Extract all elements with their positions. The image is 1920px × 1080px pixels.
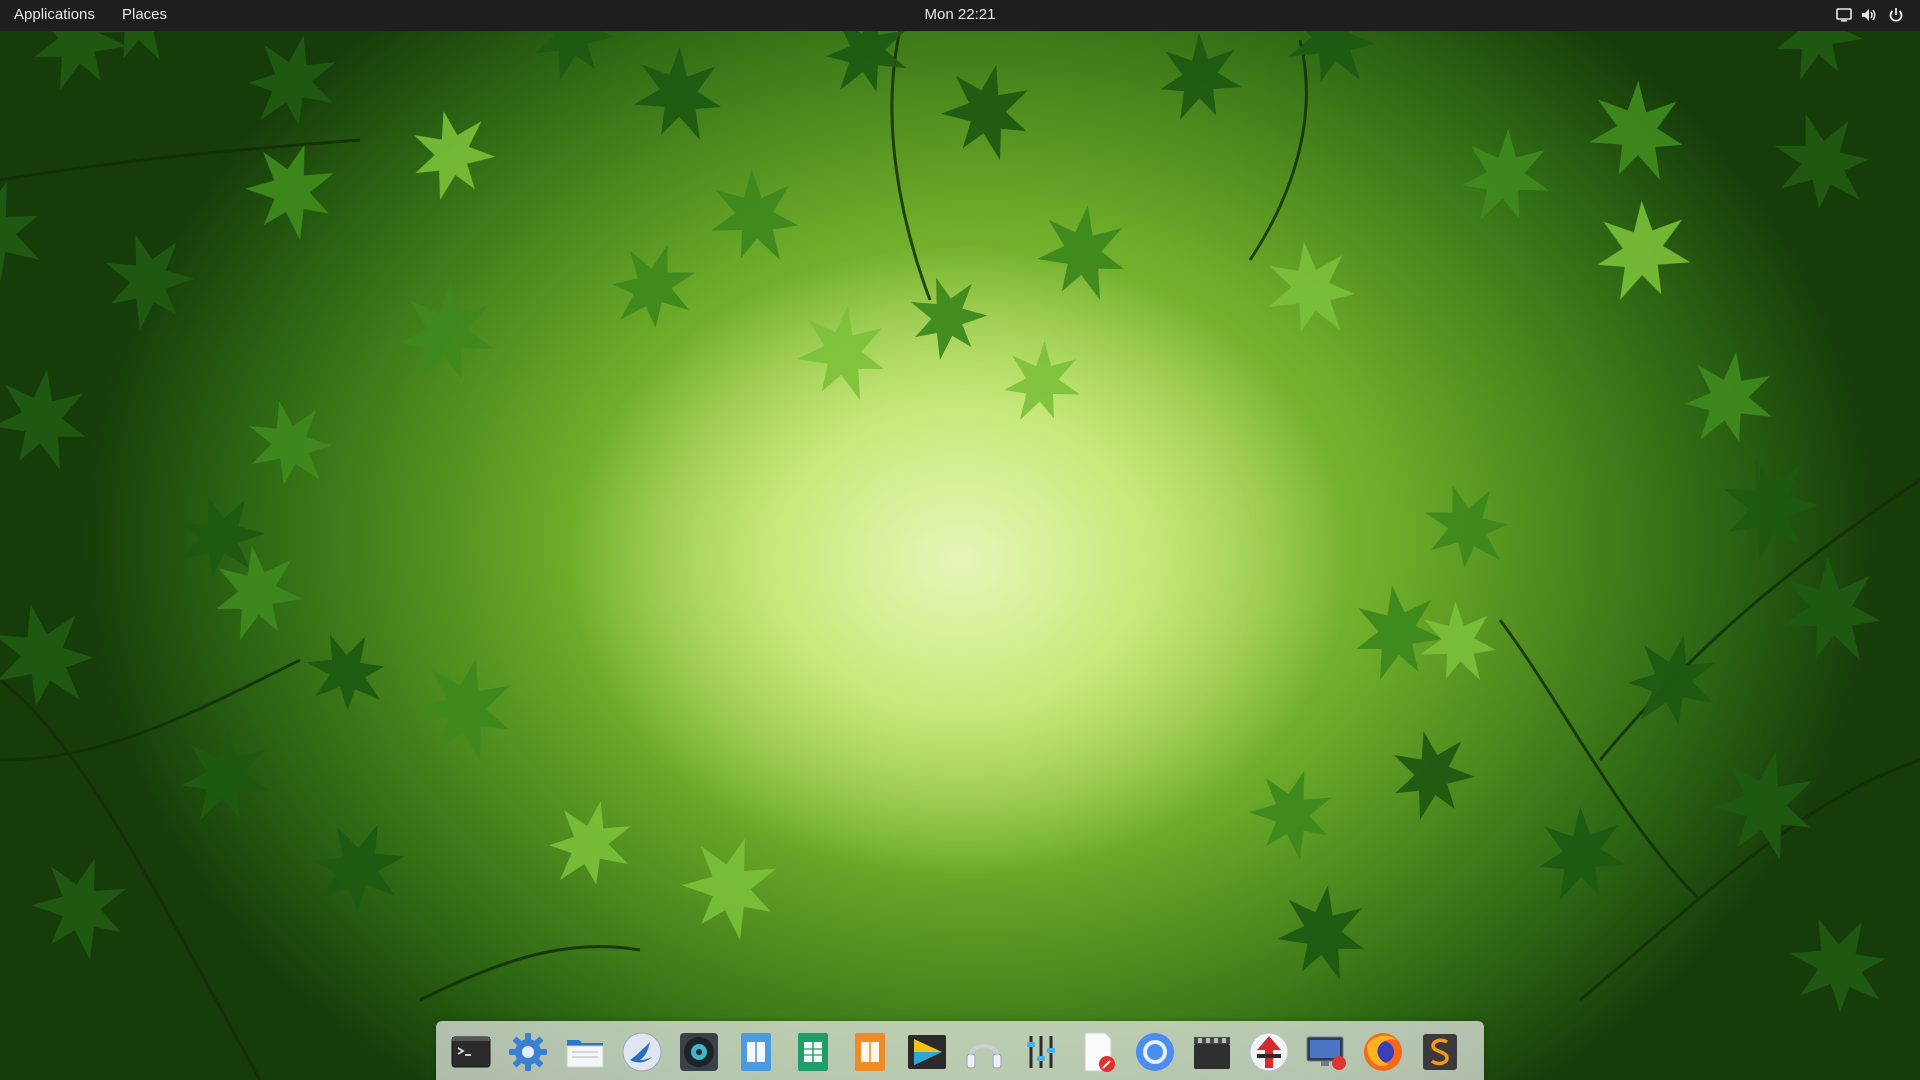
dock-item-bird-app[interactable] <box>618 1029 666 1075</box>
dock-item-equalizer[interactable] <box>1017 1029 1065 1075</box>
clock-container: Mon 22:21 <box>0 0 1920 31</box>
dock-item-presentation[interactable] <box>846 1029 894 1075</box>
dock-item-files[interactable] <box>561 1029 609 1075</box>
dock-item-settings[interactable] <box>504 1029 552 1075</box>
files-icon <box>566 1040 604 1068</box>
volume-icon[interactable] <box>1860 6 1878 24</box>
music-disc-icon <box>680 1033 718 1071</box>
download-manager-icon <box>1249 1032 1289 1072</box>
dock-item-terminal[interactable] <box>447 1029 495 1075</box>
firefox-icon <box>1364 1033 1402 1071</box>
spreadsheet-icon <box>798 1033 828 1071</box>
dock-item-document-reader[interactable] <box>732 1029 780 1075</box>
terminal-icon <box>451 1036 491 1068</box>
sublime-text-icon <box>1423 1034 1457 1070</box>
media-player-icon <box>908 1035 946 1069</box>
dock-item-media-player[interactable] <box>903 1029 951 1075</box>
settings-gear-icon <box>509 1033 547 1071</box>
dock-item-headphones[interactable] <box>960 1029 1008 1075</box>
dock-item-firefox[interactable] <box>1359 1029 1407 1075</box>
equalizer-icon <box>1027 1036 1055 1068</box>
video-clapper-icon <box>1194 1037 1230 1069</box>
top-panel: Applications Places Mon 22:21 <box>0 0 1920 31</box>
chrome-icon <box>1136 1033 1174 1071</box>
dock-item-screen-recorder[interactable] <box>1302 1029 1350 1075</box>
document-reader-icon <box>741 1033 771 1071</box>
dock-item-spreadsheet[interactable] <box>789 1029 837 1075</box>
dock <box>436 1021 1484 1080</box>
applications-menu[interactable]: Applications <box>6 0 103 31</box>
dock-item-video[interactable] <box>1188 1029 1236 1075</box>
desktop: Applications Places Mon 22:21 <box>0 0 1920 1080</box>
dock-item-sublime-text[interactable] <box>1416 1029 1464 1075</box>
bird-app-icon <box>622 1032 662 1072</box>
wallpaper <box>0 0 1920 1080</box>
presentation-icon <box>855 1033 885 1071</box>
dock-item-chrome[interactable] <box>1131 1029 1179 1075</box>
clock[interactable]: Mon 22:21 <box>925 6 996 23</box>
text-editor-icon <box>1084 1032 1115 1072</box>
screen-recorder-icon <box>1306 1036 1346 1070</box>
headphones-icon <box>966 1044 1002 1069</box>
dock-item-download-manager[interactable] <box>1245 1029 1293 1075</box>
display-icon[interactable] <box>1835 6 1853 24</box>
places-menu[interactable]: Places <box>114 0 175 31</box>
dock-item-music[interactable] <box>675 1029 723 1075</box>
dock-item-text-editor[interactable] <box>1074 1029 1122 1075</box>
power-icon[interactable] <box>1887 6 1905 24</box>
